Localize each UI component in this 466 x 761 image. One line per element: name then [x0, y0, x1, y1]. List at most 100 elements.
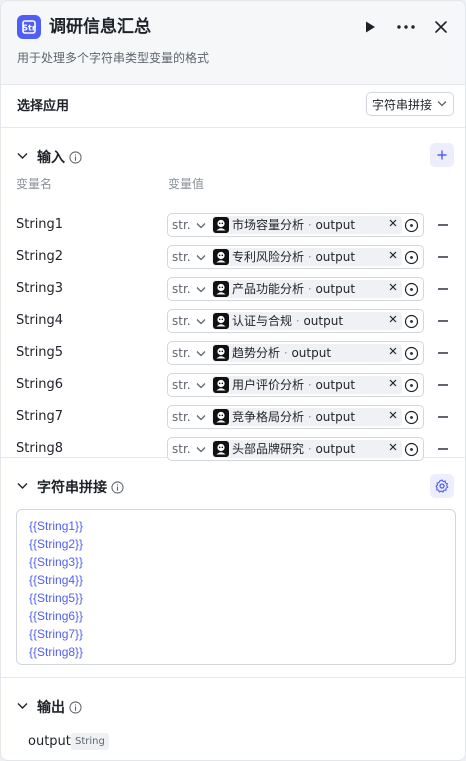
concat-template-editor[interactable]: {{String1}} {{String2}} {{String3}} {{St…	[16, 509, 456, 665]
template-line: {{String5}}	[29, 591, 84, 605]
clear-reference-icon[interactable]	[389, 411, 397, 419]
variable-reference-chip[interactable]: 趋势分析 · output	[212, 344, 402, 362]
remove-variable-button[interactable]	[438, 320, 448, 322]
app-select[interactable]: 字符串拼接	[366, 92, 454, 116]
variable-value-field: str. 用户评价分析 · output	[167, 373, 424, 397]
type-select[interactable]: str.	[168, 278, 210, 300]
reference-field-name: output	[315, 250, 356, 264]
variable-row: String3 str. 产品功能分析 · output	[1, 277, 465, 301]
type-select[interactable]: str.	[168, 342, 210, 364]
remove-variable-button[interactable]	[438, 448, 448, 450]
clear-reference-icon[interactable]	[389, 219, 397, 227]
remove-variable-button[interactable]	[438, 384, 448, 386]
clear-reference-icon[interactable]	[389, 251, 397, 259]
variable-value-field: str. 专利风险分析 · output	[167, 245, 424, 269]
run-button[interactable]	[358, 15, 382, 39]
collapse-chevron-icon[interactable]	[17, 702, 28, 710]
type-select[interactable]: str.	[168, 374, 210, 396]
clear-reference-icon[interactable]	[389, 443, 397, 451]
template-line: {{String2}}	[29, 537, 84, 551]
type-select-value: str.	[172, 346, 191, 360]
remove-variable-button[interactable]	[438, 256, 448, 258]
variable-row: String1 str. 市场容量分析 · output	[1, 213, 465, 237]
collapse-chevron-icon[interactable]	[17, 482, 28, 490]
target-select-icon[interactable]	[404, 250, 419, 265]
variable-name: String4	[16, 313, 64, 328]
chevron-down-icon	[196, 287, 206, 293]
add-variable-button[interactable]	[430, 143, 454, 167]
remove-variable-button[interactable]	[438, 288, 448, 290]
variable-reference-chip[interactable]: 认证与合规 · output	[212, 312, 402, 330]
chevron-down-icon	[196, 351, 206, 357]
remove-variable-button[interactable]	[438, 352, 448, 354]
type-select[interactable]: str.	[168, 214, 210, 236]
target-select-icon[interactable]	[404, 282, 419, 297]
svg-text:Str: Str	[22, 24, 36, 33]
target-select-icon[interactable]	[404, 378, 419, 393]
target-select-icon[interactable]	[404, 410, 419, 425]
reference-node-name: 专利风险分析	[232, 250, 305, 264]
reference-separator: ·	[304, 250, 316, 264]
node-avatar-icon	[213, 249, 229, 265]
concat-section: 字符串拼接 {{String1}} {{String2}} {{String3}…	[1, 458, 465, 678]
variable-name: String3	[16, 281, 64, 296]
variable-row: String2 str. 专利风险分析 · output	[1, 245, 465, 269]
target-select-icon[interactable]	[404, 218, 419, 233]
type-select-value: str.	[172, 218, 191, 232]
concat-settings-button[interactable]	[430, 474, 454, 498]
output-section-title: 输出	[37, 700, 65, 716]
variable-reference-chip[interactable]: 头部品牌研究 · output	[212, 440, 402, 458]
target-select-icon[interactable]	[404, 346, 419, 361]
reference-field-name: output	[315, 410, 356, 424]
remove-variable-button[interactable]	[438, 416, 448, 418]
target-select-icon[interactable]	[404, 314, 419, 329]
chevron-down-icon	[196, 255, 206, 261]
chevron-down-icon	[196, 383, 206, 389]
close-button[interactable]	[429, 15, 453, 39]
concat-section-title: 字符串拼接	[37, 480, 107, 496]
reference-field-name: output	[315, 378, 356, 392]
type-select[interactable]: str.	[168, 406, 210, 428]
chevron-down-icon	[196, 415, 206, 421]
template-line: {{String4}}	[29, 573, 84, 587]
type-select[interactable]: str.	[168, 438, 210, 460]
info-icon[interactable]	[111, 481, 124, 494]
collapse-chevron-icon[interactable]	[17, 152, 28, 160]
type-select[interactable]: str.	[168, 310, 210, 332]
reference-node-name: 认证与合规	[232, 314, 293, 328]
chevron-down-icon	[196, 319, 206, 325]
close-icon	[435, 21, 447, 33]
reference-node-name: 头部品牌研究	[232, 442, 305, 456]
variable-reference-chip[interactable]: 专利风险分析 · output	[212, 248, 402, 266]
type-select[interactable]: str.	[168, 246, 210, 268]
select-app-label: 选择应用	[17, 99, 70, 114]
remove-variable-button[interactable]	[438, 224, 448, 226]
output-type-badge: String	[71, 733, 109, 750]
variable-value-field: str. 竞争格局分析 · output	[167, 405, 424, 429]
info-icon[interactable]	[69, 701, 82, 714]
variable-reference-chip[interactable]: 竞争格局分析 · output	[212, 408, 402, 426]
clear-reference-icon[interactable]	[389, 315, 397, 323]
node-avatar-icon	[213, 313, 229, 329]
input-section: 输入 变量名 变量值 String1 str. 市场容量分析 · output	[1, 128, 465, 461]
type-select-value: str.	[172, 282, 191, 296]
type-select-value: str.	[172, 314, 191, 328]
reference-field-name: output	[303, 314, 344, 328]
reference-separator: ·	[304, 282, 316, 296]
variable-reference-chip[interactable]: 用户评价分析 · output	[212, 376, 402, 394]
more-button[interactable]	[394, 15, 418, 39]
clear-reference-icon[interactable]	[389, 347, 397, 355]
target-select-icon[interactable]	[404, 442, 419, 457]
reference-separator: ·	[304, 218, 316, 232]
info-icon[interactable]	[69, 151, 82, 164]
reference-separator: ·	[280, 346, 292, 360]
variable-row: String6 str. 用户评价分析 · output	[1, 373, 465, 397]
variable-reference-chip[interactable]: 市场容量分析 · output	[212, 216, 402, 234]
variable-reference-chip[interactable]: 产品功能分析 · output	[212, 280, 402, 298]
clear-reference-icon[interactable]	[389, 379, 397, 387]
gear-icon	[435, 479, 449, 493]
variable-name: String5	[16, 345, 64, 360]
clear-reference-icon[interactable]	[389, 283, 397, 291]
template-line: {{String8}}	[29, 645, 84, 659]
text-concat-icon: Str	[17, 15, 41, 39]
